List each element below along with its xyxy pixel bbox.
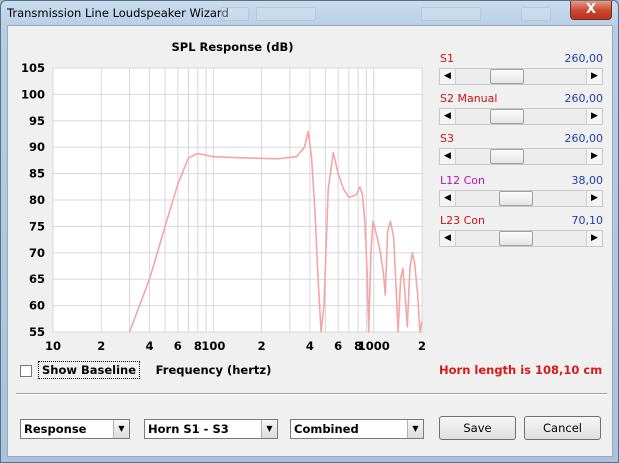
slider-scrollbar[interactable]: ◀ ▶: [439, 148, 603, 165]
slider-label: S3: [440, 132, 454, 145]
slider-value: 260,00: [564, 92, 604, 105]
arrow-right-icon[interactable]: ▶: [586, 149, 602, 164]
arrow-right-icon[interactable]: ▶: [586, 69, 602, 84]
output-mode-select-value: Combined: [294, 422, 359, 436]
view-select-value: Response: [24, 422, 87, 436]
slider-thumb[interactable]: [490, 69, 524, 84]
x-tick-label: 2: [418, 339, 426, 353]
close-icon: X: [585, 2, 597, 17]
chevron-down-icon[interactable]: ▼: [261, 420, 277, 438]
y-tick-label: 55: [29, 325, 45, 339]
x-tick-label: 6: [174, 339, 182, 353]
chart-title: SPL Response (dB): [171, 40, 293, 54]
view-select[interactable]: Response ▼: [20, 419, 130, 439]
slider-thumb[interactable]: [490, 149, 524, 164]
save-button[interactable]: Save: [439, 416, 516, 440]
show-baseline-label-text: Show Baseline: [42, 363, 137, 377]
y-tick-label: 85: [29, 167, 45, 181]
arrow-right-icon[interactable]: ▶: [586, 109, 602, 124]
x-tick-label: 6: [334, 339, 342, 353]
arrow-right-icon[interactable]: ▶: [586, 191, 602, 206]
horn-section-select-value: Horn S1 - S3: [148, 422, 229, 436]
chevron-down-icon[interactable]: ▼: [113, 420, 129, 438]
slider-value: 38,00: [571, 174, 604, 187]
y-tick-label: 80: [29, 193, 45, 207]
x-tick-label: 2: [97, 339, 105, 353]
save-button-label: Save: [463, 421, 492, 435]
x-tick-label: 4: [306, 339, 314, 353]
y-tick-label: 65: [29, 272, 45, 286]
arrow-left-icon[interactable]: ◀: [440, 231, 456, 246]
slider-scrollbar[interactable]: ◀ ▶: [439, 230, 603, 247]
slider-scrollbar[interactable]: ◀ ▶: [439, 108, 603, 125]
arrow-right-icon[interactable]: ▶: [586, 231, 602, 246]
background-ghost: [521, 7, 551, 21]
x-tick-label: 4: [146, 339, 154, 353]
arrow-left-icon[interactable]: ◀: [440, 149, 456, 164]
y-tick-label: 75: [29, 219, 45, 233]
chevron-down-icon[interactable]: ▼: [407, 420, 423, 438]
title-bar[interactable]: Transmission Line Loudspeaker Wizard X: [1, 1, 618, 25]
slider-label: L12 Con: [440, 174, 486, 187]
output-mode-select[interactable]: Combined ▼: [290, 419, 424, 439]
slider-label: L23 Con: [440, 214, 486, 227]
x-axis-label: Frequency (hertz): [156, 363, 272, 377]
y-tick-label: 95: [29, 114, 45, 128]
horn-section-select[interactable]: Horn S1 - S3 ▼: [144, 419, 278, 439]
y-tick-label: 60: [29, 299, 45, 313]
y-tick-label: 105: [21, 61, 45, 75]
slider-scrollbar[interactable]: ◀ ▶: [439, 190, 603, 207]
window-title: Transmission Line Loudspeaker Wizard: [7, 6, 229, 20]
arrow-left-icon[interactable]: ◀: [440, 191, 456, 206]
background-ghost: [421, 7, 481, 21]
client-area: 55 60 65 70 75 80 85 90 95 100 105 10 2 4 6 8 100 2 4 6 8 100…: [7, 25, 613, 457]
slider-thumb[interactable]: [490, 109, 524, 124]
slider-label: S2 Manual: [440, 92, 498, 105]
divider: [16, 393, 607, 395]
y-tick-label: 90: [29, 140, 45, 154]
horn-length-text: Horn length is 108,10 cm: [439, 363, 603, 377]
y-tick-label: 100: [21, 87, 45, 101]
slider-value: 260,00: [564, 132, 604, 145]
wizard-window: Transmission Line Loudspeaker Wizard X 5…: [0, 0, 619, 463]
slider-value: 70,10: [571, 214, 604, 227]
x-tick-label: 10: [45, 339, 61, 353]
slider-scrollbar[interactable]: ◀ ▶: [439, 68, 603, 85]
show-baseline-label[interactable]: Show Baseline: [38, 361, 141, 379]
slider-thumb[interactable]: [499, 191, 533, 206]
background-ghost: [256, 7, 316, 21]
arrow-left-icon[interactable]: ◀: [440, 69, 456, 84]
x-tick-label: 1000: [358, 339, 390, 353]
close-button[interactable]: X: [570, 1, 612, 20]
slider-label: S1: [440, 52, 454, 65]
cancel-button[interactable]: Cancel: [524, 416, 601, 440]
x-tick-label: 2: [258, 339, 266, 353]
cancel-button-label: Cancel: [543, 421, 582, 435]
background-ghost: [221, 7, 249, 21]
show-baseline-checkbox[interactable]: [20, 365, 32, 377]
slider-thumb[interactable]: [499, 231, 533, 246]
y-tick-label: 70: [29, 246, 45, 260]
x-tick-label: 100: [201, 339, 225, 353]
slider-value: 260,00: [564, 52, 604, 65]
arrow-left-icon[interactable]: ◀: [440, 109, 456, 124]
